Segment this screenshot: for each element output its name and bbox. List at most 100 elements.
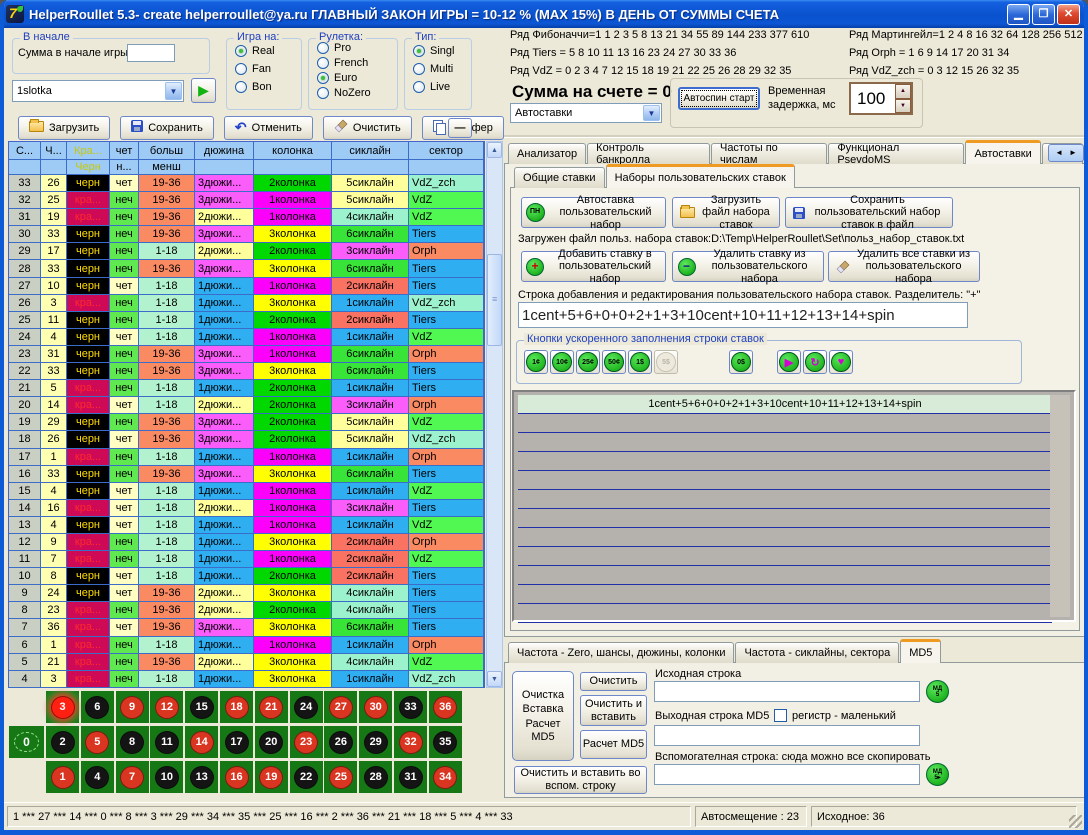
autobet-user-set-button[interactable]: ПН Автоставка пользовательский набор xyxy=(521,197,666,228)
refresh-bets-button[interactable]: ↻ xyxy=(803,350,827,374)
board-cell-15[interactable]: 15 xyxy=(185,691,218,723)
chip-button-25¢[interactable]: 25¢ xyxy=(576,350,600,374)
tab-scroll-buttons[interactable]: ◄► xyxy=(1048,144,1084,162)
bottom-tab-0[interactable]: Частота - Zero, шансы, дюжины, колонки xyxy=(508,642,734,663)
mode-combobox[interactable]: Автоставки ▼ xyxy=(510,103,662,123)
board-cell-9[interactable]: 9 xyxy=(116,691,149,723)
chevron-down-icon[interactable]: ▼ xyxy=(165,82,182,100)
board-cell-8[interactable]: 8 xyxy=(116,726,149,758)
scrollbar-thumb[interactable] xyxy=(487,254,502,346)
maximize-button[interactable]: ❐ xyxy=(1032,4,1055,25)
load-bet-file-button[interactable]: Загрузить файл набора ставок xyxy=(672,197,780,228)
col-header[interactable]: Кра... xyxy=(67,142,110,160)
board-cell-23[interactable]: 23 xyxy=(290,726,323,758)
radio-singl[interactable]: Singl xyxy=(413,45,471,57)
board-cell-29[interactable]: 29 xyxy=(359,726,392,758)
chip-button-1$[interactable]: 1$ xyxy=(628,350,652,374)
board-cell-2[interactable]: 2 xyxy=(46,726,79,758)
board-cell-22[interactable]: 22 xyxy=(290,761,323,793)
md5-clear-button[interactable]: Очистить xyxy=(580,672,647,691)
chip-button-0d[interactable]: 0$ xyxy=(729,350,753,374)
title-bar[interactable]: 7 HelperRoullet 5.3- create helperroulle… xyxy=(0,0,1088,28)
list-item[interactable]: 1cent+5+6+0+0+2+1+3+10cent+10+11+12+13+1… xyxy=(518,395,1052,414)
add-bet-button[interactable]: + Добавить ставку в пользовательский наб… xyxy=(521,251,666,282)
board-cell-30[interactable]: 30 xyxy=(359,691,392,723)
board-cell-34[interactable]: 34 xyxy=(429,761,462,793)
radio-french[interactable]: French xyxy=(317,57,397,69)
tab-2[interactable]: Частоты по числам xyxy=(711,143,827,164)
tab-4[interactable]: Автоставки xyxy=(965,140,1040,164)
md5-run-button[interactable]: МД5 xyxy=(926,680,949,703)
save-button[interactable]: Сохранить xyxy=(120,116,214,140)
start-sum-input[interactable] xyxy=(127,44,175,62)
save-bet-file-button[interactable]: Сохранить пользовательский набор ставок … xyxy=(785,197,953,228)
board-cell-18[interactable]: 18 xyxy=(220,691,253,723)
md5-clear-paste-button[interactable]: Очистить и вставить xyxy=(580,695,647,726)
preset-combobox[interactable]: 1slotka ▼ xyxy=(12,80,184,102)
radio-nozero[interactable]: NoZero xyxy=(317,87,397,99)
board-cell-4[interactable]: 4 xyxy=(81,761,114,793)
radio-euro[interactable]: Euro xyxy=(317,72,397,84)
radio-fan[interactable]: Fan xyxy=(235,63,301,75)
minimize-button[interactable]: ▁ xyxy=(1007,4,1030,25)
board-cell-16[interactable]: 16 xyxy=(220,761,253,793)
board-cell-6[interactable]: 6 xyxy=(81,691,114,723)
resize-grip[interactable] xyxy=(1069,815,1082,828)
bottom-tab-2[interactable]: MD5 xyxy=(900,639,941,663)
board-cell-33[interactable]: 33 xyxy=(394,691,427,723)
remove-bet-button[interactable]: − Удалить ставку из пользовательского на… xyxy=(672,251,824,282)
board-cell-21[interactable]: 21 xyxy=(255,691,288,723)
radio-pro[interactable]: Pro xyxy=(317,42,397,54)
load-button[interactable]: Загрузить xyxy=(18,116,110,140)
md5-calc-button[interactable]: Расчет MD5 xyxy=(580,730,647,759)
board-cell-12[interactable]: 12 xyxy=(150,691,183,723)
chevron-down-icon[interactable]: ▼ xyxy=(643,105,660,121)
col-header[interactable]: колонка xyxy=(254,142,332,160)
radio-bon[interactable]: Bon xyxy=(235,81,301,93)
board-cell-17[interactable]: 17 xyxy=(220,726,253,758)
chip-button-10¢[interactable]: 10¢ xyxy=(550,350,574,374)
case-checkbox[interactable] xyxy=(774,709,787,722)
scroll-down-icon[interactable]: ▼ xyxy=(487,671,502,687)
col-header[interactable]: больш xyxy=(139,142,195,160)
tab-scroll-right-icon[interactable]: ► xyxy=(1069,148,1077,157)
board-cell-32[interactable]: 32 xyxy=(394,726,427,758)
tab-0[interactable]: Анализатор xyxy=(508,143,586,164)
board-cell-20[interactable]: 20 xyxy=(255,726,288,758)
radio-multi[interactable]: Multi xyxy=(413,63,471,75)
close-button[interactable]: ✕ xyxy=(1057,4,1080,25)
spinner-up-icon[interactable]: ▲ xyxy=(895,84,911,99)
bet-line-input[interactable] xyxy=(518,302,968,328)
radio-live[interactable]: Live xyxy=(413,81,471,93)
board-cell-10[interactable]: 10 xyxy=(150,761,183,793)
collapse-button[interactable]: — xyxy=(448,118,472,138)
board-cell-1[interactable]: 1 xyxy=(46,761,79,793)
col-header[interactable]: С... xyxy=(9,142,41,160)
bet-list-gutter[interactable] xyxy=(1050,395,1070,617)
md5-clear-paste-aux-button[interactable]: Очистить и вставить во вспом. строку xyxy=(514,766,647,794)
board-cell-35[interactable]: 35 xyxy=(429,726,462,758)
history-scrollbar[interactable]: ▲ ▼ xyxy=(486,141,503,688)
board-cell-24[interactable]: 24 xyxy=(290,691,323,723)
board-cell-36[interactable]: 36 xyxy=(429,691,462,723)
board-cell-11[interactable]: 11 xyxy=(150,726,183,758)
board-zero-cell[interactable]: 0 xyxy=(9,726,44,758)
board-cell-19[interactable]: 19 xyxy=(255,761,288,793)
tab-3[interactable]: Функционал PsevdoMS xyxy=(828,143,964,164)
subtab-0[interactable]: Общие ставки xyxy=(514,167,605,188)
undo-button[interactable]: ↶Отменить xyxy=(224,116,313,140)
clear-button[interactable]: Очистить xyxy=(323,116,412,140)
col-header[interactable]: дюжина xyxy=(195,142,254,160)
col-header[interactable]: чет xyxy=(110,142,139,160)
board-cell-31[interactable]: 31 xyxy=(394,761,427,793)
delay-spinner[interactable]: 100 ▲ ▼ xyxy=(849,82,913,115)
md5-output-input[interactable] xyxy=(654,725,920,746)
board-cell-14[interactable]: 14 xyxy=(185,726,218,758)
tab-1[interactable]: Контроль банкролла xyxy=(587,143,710,164)
autospin-start-button[interactable]: Автоспин старт xyxy=(678,87,760,110)
spinner-down-icon[interactable]: ▼ xyxy=(895,99,911,114)
chip-button-50¢[interactable]: 50¢ xyxy=(602,350,626,374)
tab-scroll-left-icon[interactable]: ◄ xyxy=(1055,148,1063,157)
col-header[interactable]: сектор xyxy=(409,142,484,160)
md5-source-input[interactable] xyxy=(654,681,920,702)
